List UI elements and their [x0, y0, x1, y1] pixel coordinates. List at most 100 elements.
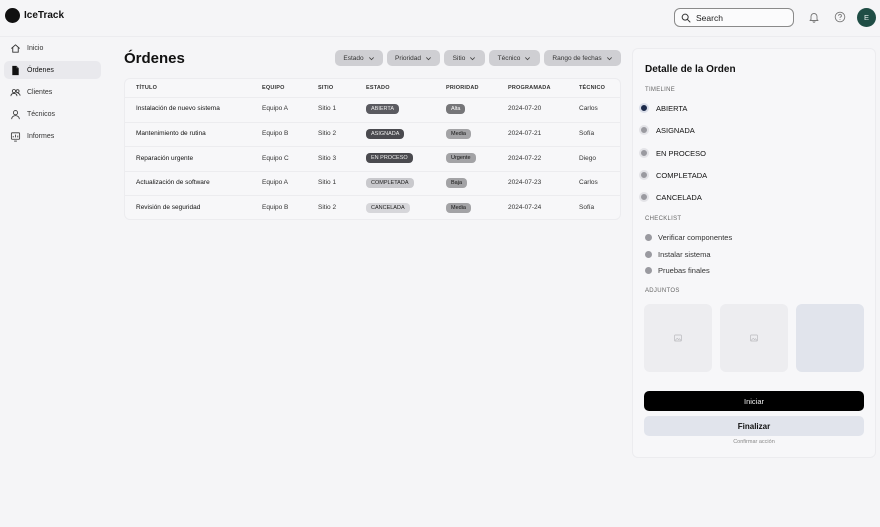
- attachment-thumbnail[interactable]: [720, 304, 788, 372]
- cell-titulo: Actualización de software: [136, 179, 210, 186]
- finish-button[interactable]: Finalizar: [644, 416, 864, 436]
- timeline-dot-icon: [639, 192, 649, 202]
- cell-tecnico: Sofía: [579, 204, 595, 211]
- image-icon: [750, 334, 758, 342]
- cell-tecnico: Diego: [579, 155, 596, 162]
- checklist-item[interactable]: Instalar sistema: [645, 250, 711, 259]
- cell-programada: 2024-07-24: [508, 204, 542, 211]
- priority-badge: Media: [446, 203, 471, 213]
- orders-table: TÍTULO EQUIPO SITIO ESTADO PRIORIDAD PRO…: [124, 78, 621, 220]
- timeline-step-label: EN PROCESO: [656, 148, 707, 158]
- cell-tecnico: Carlos: [579, 105, 598, 112]
- attachment-placeholder[interactable]: [796, 304, 864, 372]
- column-header[interactable]: PRIORIDAD: [446, 85, 479, 91]
- status-badge: COMPLETADA: [366, 178, 414, 188]
- checklist-item-label: Verificar componentes: [658, 233, 733, 242]
- user-icon: [11, 109, 20, 119]
- checklist-item[interactable]: Pruebas finales: [645, 266, 710, 275]
- status-badge: ASIGNADA: [366, 129, 405, 139]
- cell-titulo: Revisión de seguridad: [136, 204, 201, 211]
- timeline-step-completada[interactable]: COMPLETADA: [639, 170, 707, 180]
- cell-programada: 2024-07-22: [508, 155, 542, 162]
- filter-label: Sitio: [452, 54, 466, 62]
- row-divider: [125, 146, 620, 147]
- sidebar-item-inicio[interactable]: Inicio: [4, 39, 101, 57]
- sidebar-item-ordenes[interactable]: Órdenes: [4, 61, 101, 79]
- timeline-current-dot-icon: [639, 103, 649, 113]
- bell-icon[interactable]: [808, 11, 820, 23]
- filter-tecnico[interactable]: Técnico: [489, 50, 540, 66]
- row-divider: [125, 97, 620, 98]
- checklist-item-label: Instalar sistema: [658, 250, 711, 259]
- cell-equipo: Equipo C: [262, 155, 289, 162]
- avatar-initial: E: [863, 13, 869, 22]
- timeline-step-label: CANCELADA: [656, 192, 702, 202]
- filter-label: Rango de fechas: [552, 54, 602, 62]
- column-header[interactable]: ESTADO: [366, 85, 390, 91]
- chevron-down-icon: [368, 56, 374, 60]
- column-header[interactable]: TÉCNICO: [579, 85, 605, 91]
- header-divider: [0, 36, 880, 37]
- filter-rango-fechas[interactable]: Rango de fechas: [544, 50, 621, 66]
- priority-badge: Alta: [446, 104, 466, 114]
- timeline-step-en-proceso[interactable]: EN PROCESO: [639, 148, 706, 158]
- checklist-item[interactable]: Verificar componentes: [645, 233, 732, 242]
- cell-equipo: Equipo B: [262, 204, 289, 211]
- sidebar-item-informes[interactable]: Informes: [4, 127, 101, 145]
- cell-equipo: Equipo A: [262, 105, 289, 112]
- cell-titulo: Reparación urgente: [136, 155, 194, 162]
- attachment-thumbnail[interactable]: [644, 304, 712, 372]
- app-logo[interactable]: IceTrack: [5, 8, 64, 23]
- row-divider: [125, 171, 620, 172]
- timeline-label: TIMELINE: [645, 87, 676, 93]
- chevron-down-icon: [470, 56, 476, 60]
- attachments-label: ADJUNTOS: [645, 288, 680, 294]
- cell-sitio: Sitio 3: [318, 155, 337, 162]
- timeline-step-asignada[interactable]: ASIGNADA: [639, 125, 695, 135]
- checkbox-icon: [645, 267, 652, 274]
- cell-equipo: Equipo B: [262, 130, 289, 137]
- sidebar-item-tecnicos[interactable]: Técnicos: [4, 105, 101, 123]
- avatar[interactable]: E: [857, 8, 876, 27]
- users-icon: [10, 88, 21, 96]
- detail-title: Detalle de la Orden: [645, 64, 736, 75]
- checklist-item-label: Pruebas finales: [658, 266, 710, 275]
- search-input[interactable]: [696, 12, 786, 23]
- column-header[interactable]: SITIO: [318, 85, 333, 91]
- start-button[interactable]: Iniciar: [644, 391, 864, 411]
- cell-programada: 2024-07-20: [508, 105, 542, 112]
- column-header[interactable]: EQUIPO: [262, 85, 285, 91]
- cell-sitio: Sitio 2: [318, 204, 337, 211]
- timeline-step-label: COMPLETADA: [656, 170, 708, 180]
- filter-sitio[interactable]: Sitio: [444, 50, 485, 66]
- search-icon: [681, 13, 691, 23]
- filter-estado[interactable]: Estado: [335, 50, 383, 66]
- order-detail-panel: Detalle de la Orden TIMELINE ABIERTA ASI…: [632, 48, 876, 458]
- page-title: Órdenes: [124, 50, 185, 67]
- column-header[interactable]: PROGRAMADA: [508, 85, 551, 91]
- checkbox-icon: [645, 234, 652, 241]
- filter-label: Técnico: [497, 54, 521, 62]
- app-name: IceTrack: [24, 10, 65, 21]
- priority-badge: Media: [446, 129, 471, 139]
- sidebar-item-clientes[interactable]: Clientes: [4, 83, 101, 101]
- filter-prioridad[interactable]: Prioridad: [387, 50, 440, 66]
- chevron-down-icon: [426, 56, 431, 60]
- report-icon: [10, 131, 21, 141]
- timeline-step-abierta[interactable]: ABIERTA: [639, 103, 687, 113]
- timeline-dot-icon: [639, 148, 649, 158]
- cell-equipo: Equipo A: [262, 179, 289, 186]
- home-icon: [11, 43, 20, 53]
- cell-tecnico: Carlos: [579, 179, 598, 186]
- column-header[interactable]: TÍTULO: [136, 85, 157, 91]
- sidebar-item-label: Clientes: [27, 88, 53, 96]
- row-divider: [125, 195, 620, 196]
- timeline-step-cancelada[interactable]: CANCELADA: [639, 192, 702, 202]
- confirm-action-hint: Confirmar acción: [733, 439, 775, 445]
- chevron-down-icon: [606, 56, 612, 60]
- help-icon[interactable]: [834, 11, 846, 23]
- timeline-step-label: ASIGNADA: [656, 125, 695, 135]
- sidebar-item-label: Técnicos: [27, 110, 56, 118]
- search-box[interactable]: [674, 8, 794, 27]
- timeline-dot-icon: [639, 170, 649, 180]
